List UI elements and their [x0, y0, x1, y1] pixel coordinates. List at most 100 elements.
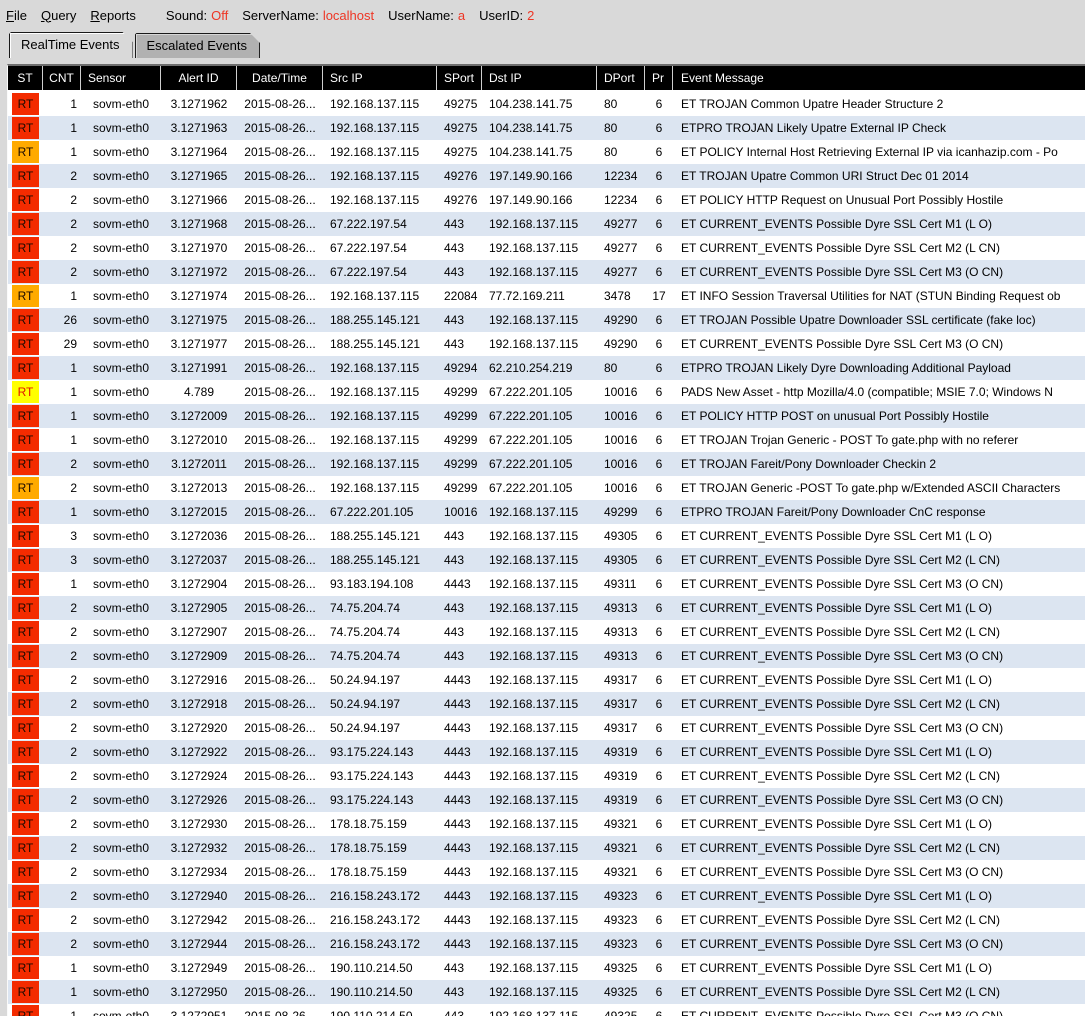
cell-datetime: 2015-08-26...	[244, 97, 316, 111]
table-row[interactable]: RT 3 sovm-eth0 3.1272037 2015-08-26... 1…	[8, 548, 1085, 572]
cell-datetime: 2015-08-26...	[244, 793, 316, 807]
table-row[interactable]: RT 2 sovm-eth0 3.1272932 2015-08-26... 1…	[8, 836, 1085, 860]
column-header-sport[interactable]: SPort	[437, 66, 482, 90]
table-row[interactable]: RT 2 sovm-eth0 3.1271970 2015-08-26... 6…	[8, 236, 1085, 260]
cell-dport: 49319	[604, 793, 638, 807]
cell-sensor: sovm-eth0	[92, 385, 150, 399]
cell-src-ip: 192.168.137.115	[330, 193, 420, 207]
menu-reports[interactable]: Reports	[90, 6, 136, 25]
table-row[interactable]: RT 1 sovm-eth0 3.1271962 2015-08-26... 1…	[8, 92, 1085, 116]
table-row[interactable]: RT 2 sovm-eth0 3.1272924 2015-08-26... 9…	[8, 764, 1085, 788]
table-row[interactable]: RT 1 sovm-eth0 3.1272949 2015-08-26... 1…	[8, 956, 1085, 980]
column-header-src-ip[interactable]: Src IP	[323, 66, 437, 90]
table-row[interactable]: RT 1 sovm-eth0 3.1271991 2015-08-26... 1…	[8, 356, 1085, 380]
table-row[interactable]: RT 29 sovm-eth0 3.1271977 2015-08-26... …	[8, 332, 1085, 356]
table-row[interactable]: RT 1 sovm-eth0 3.1271963 2015-08-26... 1…	[8, 116, 1085, 140]
cell-cnt: 2	[70, 457, 77, 471]
cell-event-message: ET CURRENT_EVENTS Possible Dyre SSL Cert…	[681, 769, 1000, 783]
cell-sport: 49299	[444, 409, 478, 423]
cell-dport: 49325	[604, 1009, 638, 1016]
column-header-st[interactable]: ST	[8, 66, 43, 90]
cell-pr: 6	[655, 793, 663, 807]
cell-src-ip: 192.168.137.115	[330, 481, 420, 495]
table-row[interactable]: RT 2 sovm-eth0 3.1271966 2015-08-26... 1…	[8, 188, 1085, 212]
status-badge: RT	[12, 909, 39, 931]
cell-alert-id: 3.1272932	[170, 841, 228, 855]
table-row[interactable]: RT 2 sovm-eth0 3.1272011 2015-08-26... 1…	[8, 452, 1085, 476]
cell-cnt: 2	[70, 265, 77, 279]
tab-escalated-events[interactable]: Escalated Events	[135, 33, 260, 58]
cell-st: RT	[8, 908, 43, 932]
cell-cnt: 2	[70, 745, 77, 759]
cell-src-ip: 178.18.75.159	[330, 865, 407, 879]
table-row[interactable]: RT 2 sovm-eth0 3.1272905 2015-08-26... 7…	[8, 596, 1085, 620]
cell-pr: 6	[655, 865, 663, 879]
status-badge: RT	[12, 237, 39, 259]
table-row[interactable]: RT 2 sovm-eth0 3.1272922 2015-08-26... 9…	[8, 740, 1085, 764]
cell-st: RT	[8, 764, 43, 788]
cell-sport: 49276	[444, 193, 478, 207]
cell-dport: 49313	[604, 601, 638, 615]
table-row[interactable]: RT 2 sovm-eth0 3.1271972 2015-08-26... 6…	[8, 260, 1085, 284]
cell-cnt: 1	[70, 145, 77, 159]
column-header-cnt[interactable]: CNT	[43, 66, 81, 90]
table-row[interactable]: RT 2 sovm-eth0 3.1272940 2015-08-26... 2…	[8, 884, 1085, 908]
cell-st: RT	[8, 428, 43, 452]
cell-st: RT	[8, 188, 43, 212]
cell-src-ip: 67.222.197.54	[330, 217, 407, 231]
events-table: ST CNT Sensor Alert ID Date/Time Src IP …	[7, 64, 1085, 1016]
table-row[interactable]: RT 2 sovm-eth0 3.1272013 2015-08-26... 1…	[8, 476, 1085, 500]
column-header-pr[interactable]: Pr	[645, 66, 673, 90]
cell-alert-id: 3.1272010	[170, 433, 228, 447]
cell-datetime: 2015-08-26...	[244, 457, 316, 471]
table-row[interactable]: RT 2 sovm-eth0 3.1272918 2015-08-26... 5…	[8, 692, 1085, 716]
table-row[interactable]: RT 2 sovm-eth0 3.1272920 2015-08-26... 5…	[8, 716, 1085, 740]
column-header-dst-ip[interactable]: Dst IP	[482, 66, 597, 90]
cell-datetime: 2015-08-26...	[244, 769, 316, 783]
table-row[interactable]: RT 2 sovm-eth0 3.1272934 2015-08-26... 1…	[8, 860, 1085, 884]
table-row[interactable]: RT 2 sovm-eth0 3.1272907 2015-08-26... 7…	[8, 620, 1085, 644]
table-row[interactable]: RT 1 sovm-eth0 3.1272009 2015-08-26... 1…	[8, 404, 1085, 428]
column-header-sensor[interactable]: Sensor	[81, 66, 161, 90]
table-row[interactable]: RT 2 sovm-eth0 3.1271965 2015-08-26... 1…	[8, 164, 1085, 188]
table-row[interactable]: RT 2 sovm-eth0 3.1272942 2015-08-26... 2…	[8, 908, 1085, 932]
tab-realtime-events[interactable]: RealTime Events	[9, 32, 133, 58]
cell-sensor: sovm-eth0	[92, 169, 150, 183]
cell-dport: 10016	[604, 385, 638, 399]
table-row[interactable]: RT 2 sovm-eth0 3.1272916 2015-08-26... 5…	[8, 668, 1085, 692]
table-row[interactable]: RT 1 sovm-eth0 3.1272950 2015-08-26... 1…	[8, 980, 1085, 1004]
cell-pr: 6	[655, 649, 663, 663]
cell-datetime: 2015-08-26...	[244, 625, 316, 639]
column-header-event-message[interactable]: Event Message	[673, 66, 1085, 90]
table-row[interactable]: RT 2 sovm-eth0 3.1272930 2015-08-26... 1…	[8, 812, 1085, 836]
cell-pr: 6	[655, 577, 663, 591]
table-row[interactable]: RT 1 sovm-eth0 4.789 2015-08-26... 192.1…	[8, 380, 1085, 404]
table-row[interactable]: RT 2 sovm-eth0 3.1271968 2015-08-26... 6…	[8, 212, 1085, 236]
table-row[interactable]: RT 1 sovm-eth0 3.1272904 2015-08-26... 9…	[8, 572, 1085, 596]
table-row[interactable]: RT 2 sovm-eth0 3.1272926 2015-08-26... 9…	[8, 788, 1085, 812]
column-header-datetime[interactable]: Date/Time	[237, 66, 323, 90]
table-row[interactable]: RT 2 sovm-eth0 3.1272909 2015-08-26... 7…	[8, 644, 1085, 668]
cell-dst-ip: 192.168.137.115	[489, 529, 579, 543]
cell-event-message: ET CURRENT_EVENTS Possible Dyre SSL Cert…	[681, 529, 992, 543]
cell-pr: 6	[655, 385, 663, 399]
menu-query[interactable]: Query	[41, 6, 76, 25]
table-body: RT 1 sovm-eth0 3.1271962 2015-08-26... 1…	[8, 92, 1085, 1016]
column-header-alert-id[interactable]: Alert ID	[161, 66, 237, 90]
cell-sport: 443	[444, 241, 465, 255]
table-row[interactable]: RT 1 sovm-eth0 3.1272010 2015-08-26... 1…	[8, 428, 1085, 452]
cell-pr: 6	[655, 457, 663, 471]
cell-st: RT	[8, 812, 43, 836]
table-row[interactable]: RT 1 sovm-eth0 3.1272015 2015-08-26... 6…	[8, 500, 1085, 524]
table-row[interactable]: RT 2 sovm-eth0 3.1272944 2015-08-26... 2…	[8, 932, 1085, 956]
column-header-dport[interactable]: DPort	[597, 66, 645, 90]
table-row[interactable]: RT 1 sovm-eth0 3.1272951 2015-08-26... 1…	[8, 1004, 1085, 1016]
cell-alert-id: 3.1272949	[170, 961, 228, 975]
status-badge: RT	[12, 1005, 39, 1016]
table-row[interactable]: RT 1 sovm-eth0 3.1271964 2015-08-26... 1…	[8, 140, 1085, 164]
sound-label: Sound:	[165, 7, 208, 23]
table-row[interactable]: RT 1 sovm-eth0 3.1271974 2015-08-26... 1…	[8, 284, 1085, 308]
table-row[interactable]: RT 3 sovm-eth0 3.1272036 2015-08-26... 1…	[8, 524, 1085, 548]
menu-file[interactable]: File	[6, 6, 27, 25]
table-row[interactable]: RT 26 sovm-eth0 3.1271975 2015-08-26... …	[8, 308, 1085, 332]
